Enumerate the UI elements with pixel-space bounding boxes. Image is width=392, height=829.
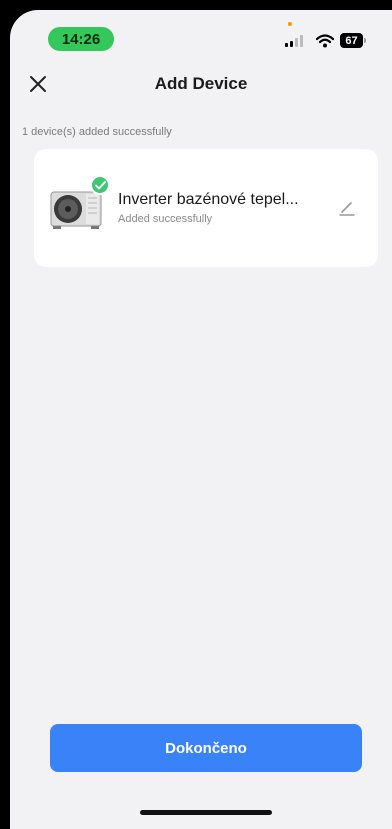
device-status: Added successfully <box>118 213 213 225</box>
wifi-icon <box>316 34 334 48</box>
device-card[interactable]: Inverter bazénové tepel... Added success… <box>34 149 378 267</box>
page-title: Add Device <box>154 74 248 93</box>
done-button[interactable]: Dokončeno <box>50 724 362 772</box>
phone-screen: 14:26 67 Add Device 1 device(s) added su… <box>10 10 392 829</box>
success-check-badge <box>90 175 110 195</box>
battery-cap <box>364 38 366 43</box>
status-bar: 14:26 67 <box>10 10 392 62</box>
battery-icon: 67 <box>340 33 363 48</box>
added-count-text: 1 device(s) added successfully <box>22 126 172 138</box>
home-indicator <box>140 810 272 815</box>
edit-pencil-icon[interactable] <box>338 199 356 217</box>
device-name: Inverter bazénové tepel... <box>118 191 299 208</box>
check-icon <box>94 180 106 189</box>
status-time: 14:26 <box>48 27 114 51</box>
header-bar: Add Device <box>10 62 392 106</box>
signal-icon <box>285 35 303 47</box>
privacy-indicator-dot <box>288 22 292 26</box>
